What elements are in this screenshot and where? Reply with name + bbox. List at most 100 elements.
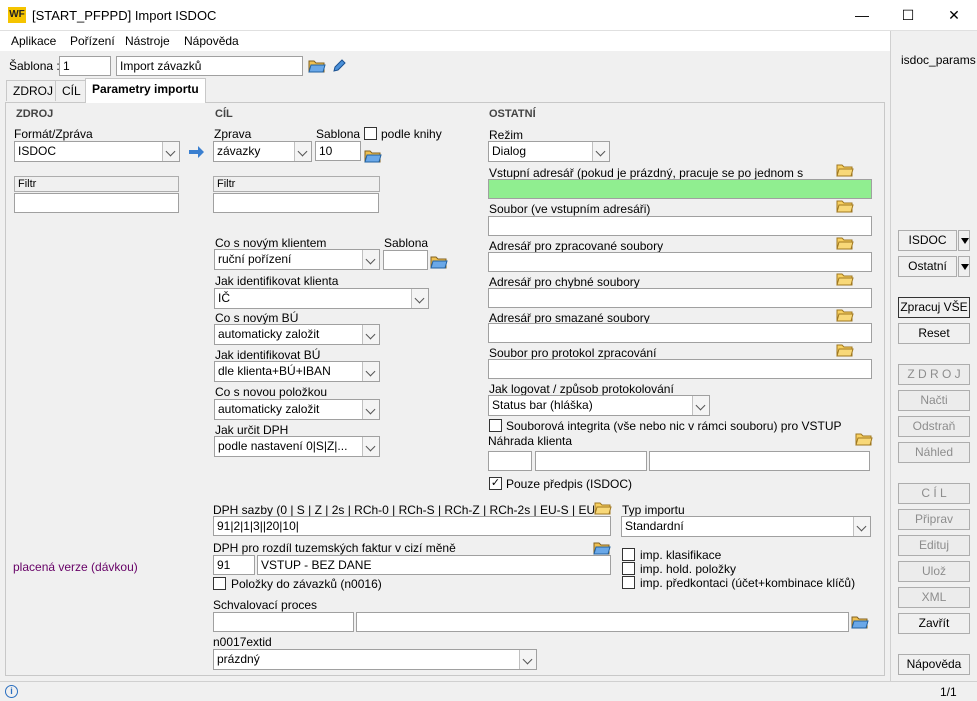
pouze-predpis-label: Pouze předpis (ISDOC) <box>506 477 633 491</box>
tab-zdroj[interactable]: ZDROJ <box>6 80 60 101</box>
dph-select[interactable]: podle nastavení 0|S|Z|... <box>214 436 380 457</box>
open-folder-icon[interactable] <box>594 500 612 516</box>
extid-label: n0017extid <box>213 635 272 649</box>
vstupni-adresar-label: Vstupní adresář (pokud je prázdný, pracu… <box>489 166 803 180</box>
nova-polozka-label: Co s novou položkou <box>215 385 328 399</box>
rezim-select[interactable]: Dialog <box>488 141 610 162</box>
open-folder-icon[interactable] <box>836 307 854 323</box>
napoveda-button[interactable]: Nápověda <box>898 654 970 675</box>
dph-sazby-input[interactable]: 91|2|1|3||20|10| <box>213 516 611 536</box>
open-folder-icon[interactable] <box>855 431 873 447</box>
menu-porizeni[interactable]: Pořízení <box>70 34 115 48</box>
cil-filter-button[interactable]: Filtr <box>213 176 380 192</box>
open-folder-icon[interactable] <box>593 540 611 556</box>
right-panel <box>890 31 977 681</box>
odstran-button[interactable]: Odstraň <box>898 416 970 437</box>
zprava-select[interactable]: závazky <box>213 141 312 162</box>
zpracuj-vse-button[interactable]: Zpracuj VŠE <box>898 297 970 318</box>
ident-klient-select[interactable]: IČ <box>214 288 429 309</box>
format-select[interactable]: ISDOC <box>14 141 180 162</box>
novy-klient-select[interactable]: ruční pořízení <box>214 249 380 270</box>
open-folder-icon[interactable] <box>836 235 854 251</box>
pouze-predpis-checkbox[interactable]: ✓ <box>489 477 502 490</box>
template-name-input[interactable]: Import závazků <box>116 56 303 76</box>
open-folder-icon[interactable] <box>364 148 382 164</box>
open-folder-icon[interactable] <box>836 162 854 178</box>
nacti-button[interactable]: Načti <box>898 390 970 411</box>
edituj-button[interactable]: Edituj <box>898 535 970 556</box>
sablona-input[interactable]: 10 <box>315 141 361 161</box>
soubor-input[interactable] <box>488 216 872 236</box>
isdoc-button[interactable]: ISDOC <box>898 230 957 251</box>
chybne-input[interactable] <box>488 288 872 308</box>
novy-bu-select[interactable]: automaticky založit <box>214 324 380 345</box>
open-folder-icon[interactable] <box>836 342 854 358</box>
app-logo-icon: WF <box>8 7 26 23</box>
zdroj-filter-input[interactable] <box>14 193 179 213</box>
open-folder-icon[interactable] <box>430 254 448 270</box>
schvalovaci-input-1[interactable] <box>213 612 354 632</box>
predkontace-label: imp. předkontaci (účet+kombinace klíčů) <box>640 576 856 590</box>
menu-napoveda[interactable]: Nápověda <box>184 34 239 48</box>
minimize-button[interactable]: — <box>839 0 885 31</box>
section-ostatni: OSTATNÍ <box>489 108 536 120</box>
arrow-right-icon <box>189 146 204 158</box>
zdroj-filter-button[interactable]: Filtr <box>14 176 179 192</box>
cil-button[interactable]: C Í L <box>898 483 970 504</box>
menu-nastroje[interactable]: Nástroje <box>125 34 170 48</box>
info-icon[interactable]: i <box>5 685 18 698</box>
zprava-label: Zprava <box>214 127 252 141</box>
dph-rozdil-name-input[interactable]: VSTUP - BEZ DANE <box>257 555 611 575</box>
tab-parametry-importu[interactable]: Parametry importu <box>85 78 206 103</box>
pencil-icon[interactable] <box>332 58 346 74</box>
nova-polozka-select[interactable]: automaticky založit <box>214 399 380 420</box>
predkontace-checkbox[interactable] <box>622 576 635 589</box>
extid-select[interactable]: prázdný <box>213 649 537 670</box>
podle-knihy-checkbox[interactable] <box>364 127 377 140</box>
template-number-input[interactable]: 1 <box>59 56 111 76</box>
logovat-select[interactable]: Status bar (hláška) <box>488 395 710 416</box>
dph-rozdil-code-input[interactable]: 91 <box>213 555 255 575</box>
ostatni-button[interactable]: Ostatní <box>898 256 957 277</box>
nahled-button[interactable]: Náhled <box>898 442 970 463</box>
paid-version-note: placená verze (dávkou) <box>13 560 138 574</box>
sablona2-input[interactable] <box>383 250 428 270</box>
integrita-checkbox[interactable] <box>489 419 502 432</box>
schvalovaci-input-2[interactable] <box>356 612 849 632</box>
protokol-input[interactable] <box>488 359 872 379</box>
zdroj-button[interactable]: Z D R O J <box>898 364 970 385</box>
open-folder-icon[interactable] <box>836 271 854 287</box>
zavrit-button[interactable]: Zavřít <box>898 613 970 634</box>
logovat-label: Jak logovat / způsob protokolování <box>489 382 674 396</box>
open-folder-icon[interactable] <box>851 614 869 630</box>
polozky-checkbox[interactable] <box>213 577 226 590</box>
reset-button[interactable]: Reset <box>898 323 970 344</box>
soubor-label: Soubor (ve vstupním adresáři) <box>489 202 651 216</box>
smazane-input[interactable] <box>488 323 872 343</box>
nahrada-input-3[interactable] <box>649 451 870 471</box>
menu-aplikace[interactable]: Aplikace <box>11 34 56 48</box>
section-cil: CÍL <box>215 108 233 120</box>
zpracovane-input[interactable] <box>488 252 872 272</box>
close-button[interactable]: ✕ <box>931 0 977 31</box>
klasifikace-checkbox[interactable] <box>622 548 635 561</box>
isdoc-dropdown-button[interactable] <box>958 230 970 251</box>
section-zdroj: ZDROJ <box>16 108 54 120</box>
open-folder-icon[interactable] <box>308 58 326 74</box>
uloz-button[interactable]: Ulož <box>898 561 970 582</box>
protokol-label: Soubor pro protokol zpracování <box>489 346 657 360</box>
ident-bu-select[interactable]: dle klienta+BÚ+IBAN <box>214 361 380 382</box>
vstupni-adresar-input[interactable] <box>488 179 872 199</box>
hold-polozky-checkbox[interactable] <box>622 562 635 575</box>
tab-cil[interactable]: CÍL <box>55 80 88 101</box>
xml-button[interactable]: XML <box>898 587 970 608</box>
open-folder-icon[interactable] <box>836 198 854 214</box>
zpracovane-label: Adresář pro zpracované soubory <box>489 239 664 253</box>
ostatni-dropdown-button[interactable] <box>958 256 970 277</box>
maximize-button[interactable]: ☐ <box>885 0 931 31</box>
nahrada-input-2[interactable] <box>535 451 647 471</box>
cil-filter-input[interactable] <box>213 193 379 213</box>
nahrada-input-1[interactable] <box>488 451 532 471</box>
priprav-button[interactable]: Připrav <box>898 509 970 530</box>
typ-importu-select[interactable]: Standardní <box>621 516 871 537</box>
